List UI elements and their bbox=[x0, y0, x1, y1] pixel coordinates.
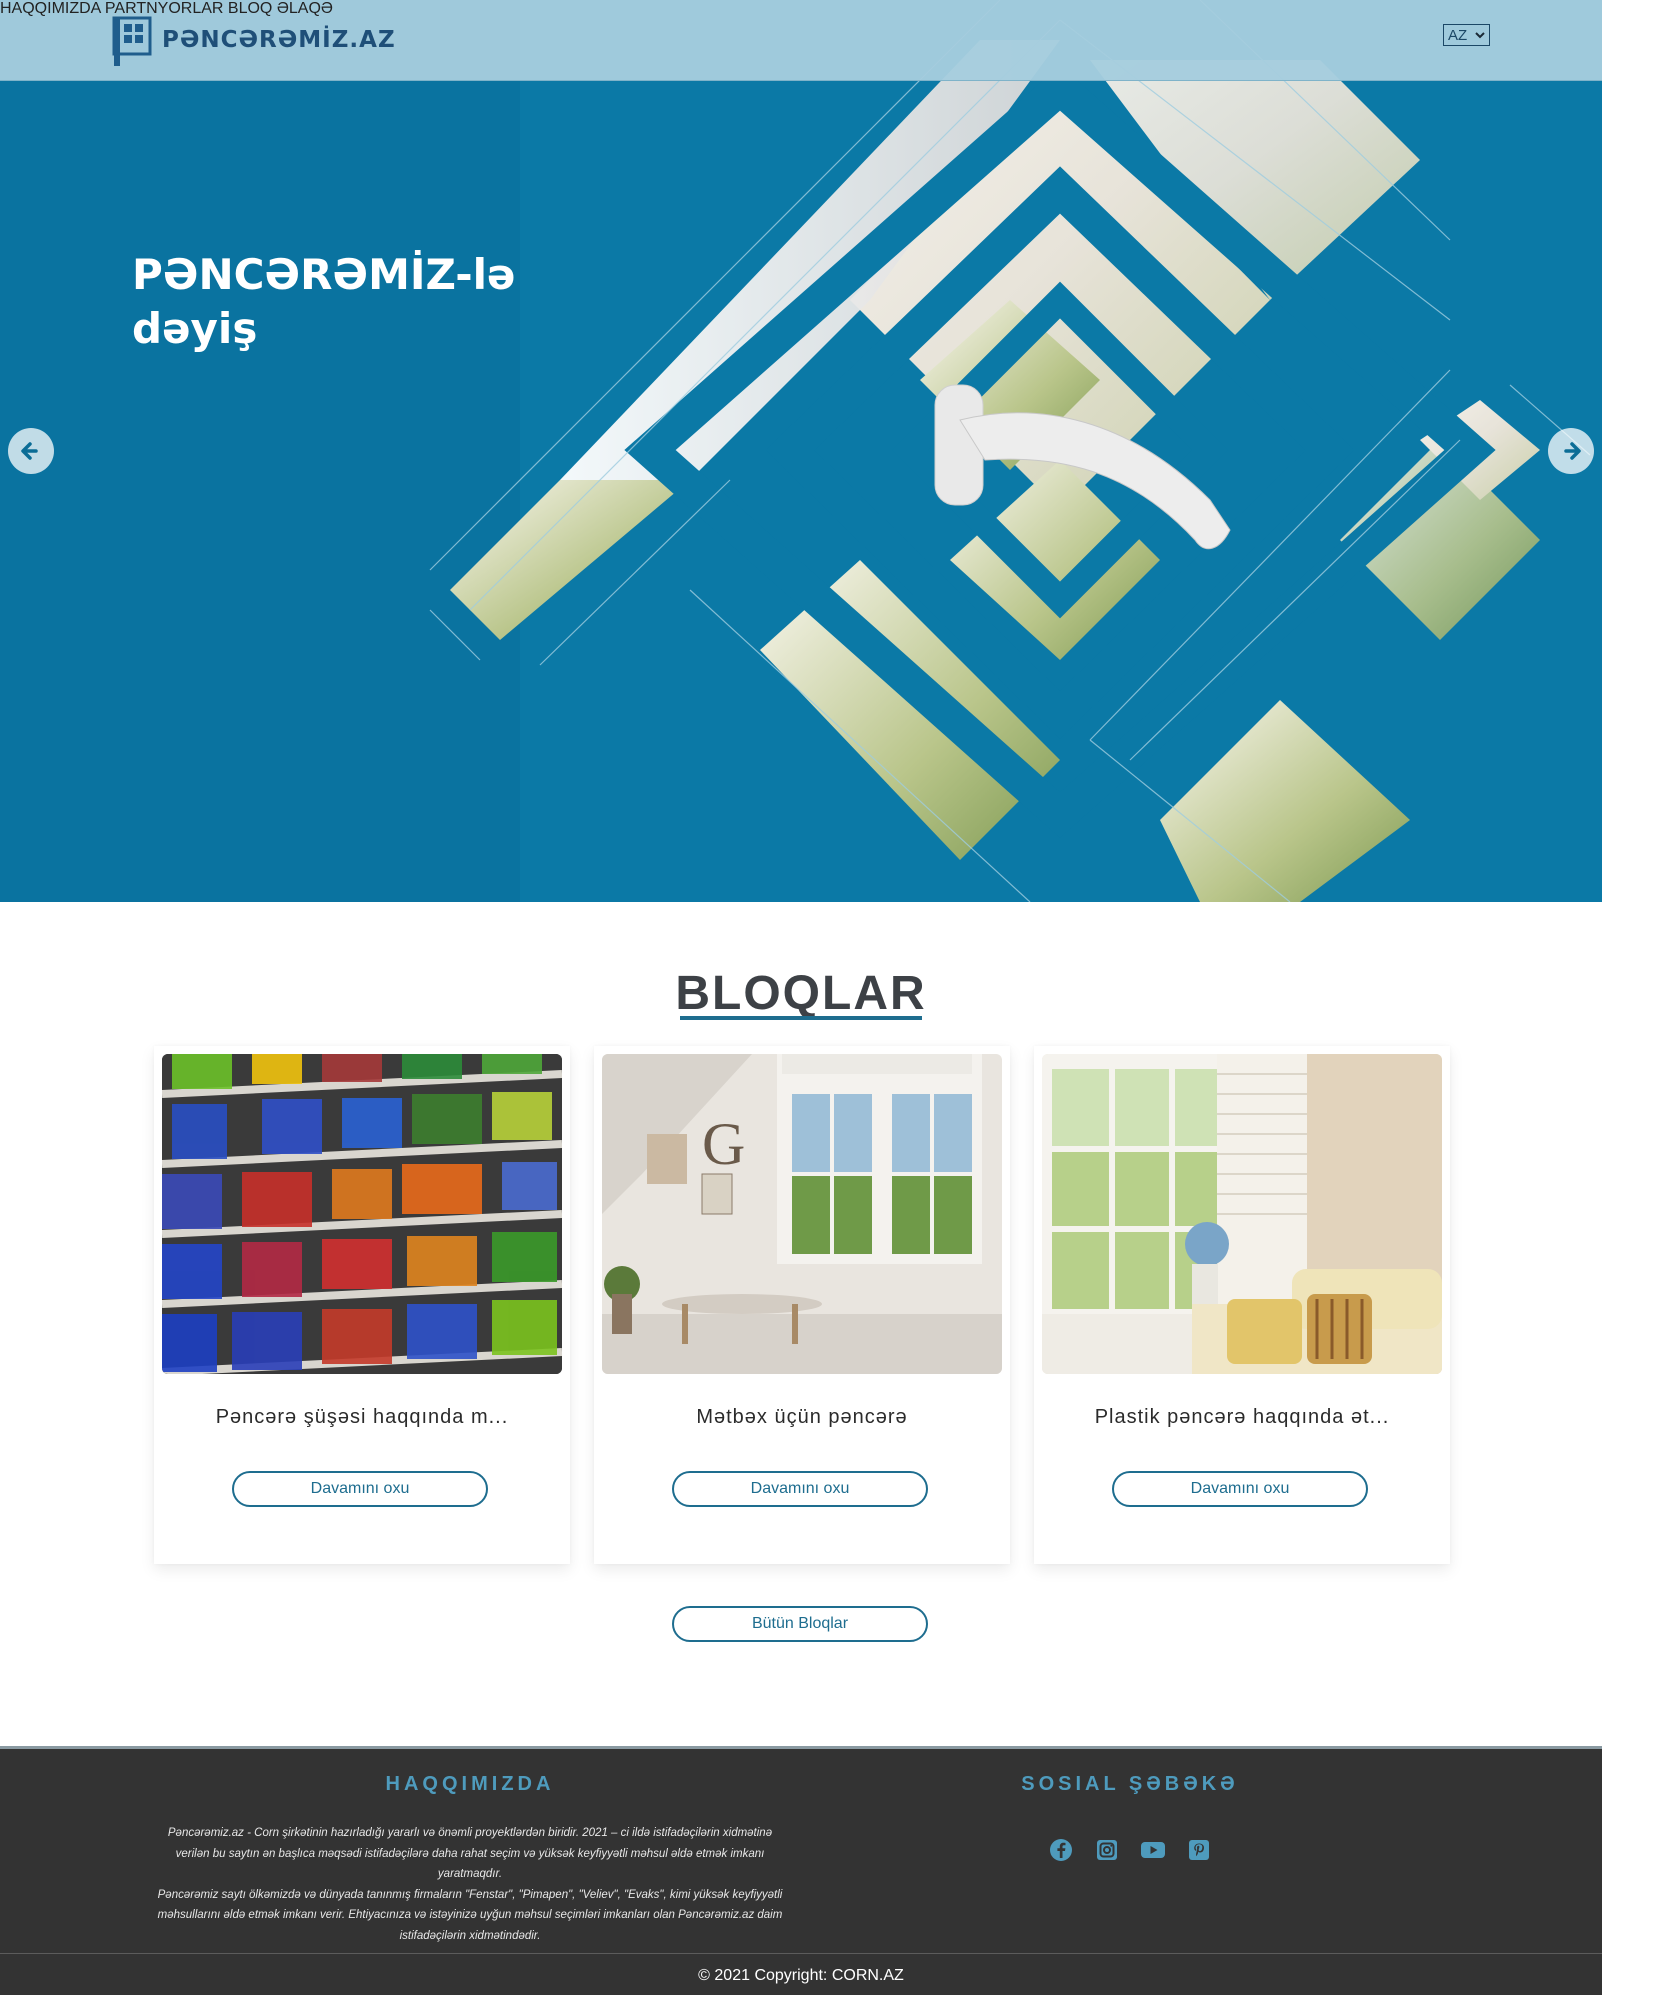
white-room-window-image: G bbox=[602, 1054, 1002, 1374]
page: PƏNCƏRƏMİZ-lə dəyiş PƏNCƏRƏMİZ.AZ HAQQIM… bbox=[0, 0, 1602, 1995]
window-logo-icon bbox=[112, 16, 152, 66]
title-underline bbox=[680, 1016, 922, 1020]
all-blogs-button[interactable]: Bütün Bloqlar bbox=[672, 1606, 928, 1642]
window-with-sofa-image bbox=[1042, 1054, 1442, 1374]
about-paragraph-1: Pəncərəmiz.az - Corn şirkətinin hazırlad… bbox=[167, 1827, 773, 1880]
site-logo[interactable]: PƏNCƏRƏMİZ.AZ bbox=[110, 14, 396, 66]
hero-headline-line1: PƏNCƏRƏMİZ-lə bbox=[132, 250, 516, 299]
blog-card-1: Pəncərə şüşəsi haqqında m... Davamını ox… bbox=[154, 1046, 570, 1564]
read-more-button[interactable]: Davamını oxu bbox=[1112, 1471, 1368, 1507]
colorful-glass-balconies-image bbox=[162, 1054, 562, 1374]
pinterest-icon bbox=[1189, 1840, 1209, 1860]
instagram-link[interactable] bbox=[1094, 1837, 1120, 1863]
top-navbar: PƏNCƏRƏMİZ.AZ HAQQIMIZDA PARTNYORLAR BLO… bbox=[0, 0, 1602, 81]
pinterest-link[interactable] bbox=[1186, 1837, 1212, 1863]
footer-about-text: Pəncərəmiz.az - Corn şirkətinin hazırlad… bbox=[150, 1823, 790, 1946]
read-more-button[interactable]: Davamını oxu bbox=[672, 1471, 928, 1507]
footer: HAQQIMIZDA Pəncərəmiz.az - Corn şirkətin… bbox=[0, 1746, 1602, 1995]
blog-card-image[interactable] bbox=[162, 1054, 562, 1374]
read-more-button[interactable]: Davamını oxu bbox=[232, 1471, 488, 1507]
blog-card-image[interactable]: G bbox=[602, 1054, 1002, 1374]
copyright-text: © 2021 Copyright: CORN.AZ bbox=[698, 1967, 904, 1984]
chevron-down-icon bbox=[1475, 32, 1485, 39]
about-paragraph-2: Pəncərəmiz saytı ölkəmizdə və dünyada ta… bbox=[157, 1888, 783, 1942]
hero-slider: PƏNCƏRƏMİZ-lə dəyiş bbox=[0, 0, 1602, 902]
facebook-link[interactable] bbox=[1048, 1837, 1074, 1863]
hero-headline-line2: dəyiş bbox=[132, 304, 258, 353]
slider-next-button[interactable] bbox=[1548, 428, 1594, 474]
hero-headline: PƏNCƏRƏMİZ-lə dəyiş bbox=[132, 248, 516, 356]
instagram-icon bbox=[1097, 1840, 1117, 1860]
blog-card-2: G Mətbəx üçün pəncərə Davamını oxu bbox=[594, 1046, 1010, 1564]
facebook-icon bbox=[1050, 1839, 1072, 1861]
language-select[interactable]: AZ bbox=[1443, 24, 1490, 46]
nav-item-about[interactable]: HAQQIMIZDA bbox=[0, 0, 100, 17]
blog-card-title: Pəncərə şüşəsi haqqında m... bbox=[215, 1406, 509, 1428]
arrow-right-icon bbox=[1564, 442, 1581, 460]
arrow-left-icon bbox=[21, 442, 38, 460]
footer-about-heading: HAQQIMIZDA bbox=[385, 1773, 555, 1795]
logo-text: PƏNCƏRƏMİZ.AZ bbox=[162, 27, 396, 53]
svg-text:G: G bbox=[702, 1111, 745, 1177]
hero-window-illustration bbox=[0, 0, 1602, 902]
blog-card-image[interactable] bbox=[1042, 1054, 1442, 1374]
footer-social-heading: SOSIAL ŞƏBƏKƏ bbox=[1021, 1773, 1239, 1795]
blog-section-title: BLOQLAR bbox=[675, 967, 927, 1020]
footer-divider bbox=[0, 1953, 1602, 1954]
youtube-link[interactable] bbox=[1140, 1837, 1166, 1863]
blog-card-title: Plastik pəncərə haqqında ət... bbox=[1094, 1406, 1390, 1428]
language-value: AZ bbox=[1448, 26, 1468, 44]
slider-prev-button[interactable] bbox=[8, 428, 54, 474]
blog-card-title: Mətbəx üçün pəncərə bbox=[696, 1406, 908, 1428]
blog-card-3: Plastik pəncərə haqqında ət... Davamını … bbox=[1034, 1046, 1450, 1564]
youtube-icon bbox=[1141, 1842, 1165, 1858]
